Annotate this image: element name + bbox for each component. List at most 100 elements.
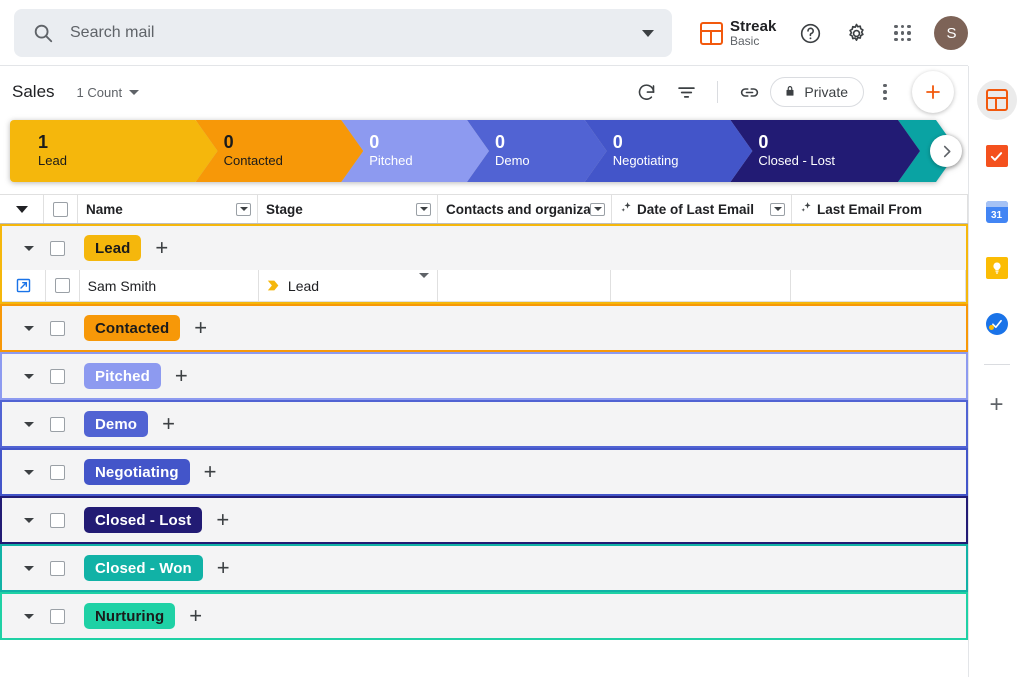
column-menu-button[interactable] (416, 202, 431, 216)
count-selector[interactable]: 1 Count (77, 85, 140, 100)
search-input[interactable] (70, 24, 620, 42)
tasks-orange-icon (985, 145, 1008, 167)
collapse-all-caret[interactable] (0, 195, 44, 223)
row-select-checkbox[interactable] (46, 270, 80, 301)
rail-add-button[interactable]: + (977, 385, 1017, 425)
group-stage-pill[interactable]: Demo (84, 411, 149, 437)
column-menu-button[interactable] (236, 202, 251, 216)
group-add-row-button[interactable]: + (155, 237, 168, 259)
rail-item-tasks-blue[interactable] (977, 304, 1017, 344)
column-menu-button[interactable] (770, 202, 785, 216)
stage-count: 0 (612, 132, 623, 153)
rail-item-tasks-orange[interactable] (977, 136, 1017, 176)
group-stage-pill[interactable]: Closed - Won (84, 555, 203, 581)
group-stage-pill[interactable]: Pitched (84, 363, 161, 389)
checkbox[interactable] (53, 201, 68, 217)
filter-icon[interactable] (667, 73, 705, 111)
column-header-stage[interactable]: Stage (258, 195, 438, 223)
group-collapse-toggle[interactable] (24, 325, 50, 331)
group-stage-pill[interactable]: Lead (84, 235, 142, 261)
group-add-row-button[interactable]: + (216, 509, 229, 531)
privacy-button[interactable]: Private (770, 77, 864, 107)
checkbox[interactable] (50, 416, 65, 432)
rail-item-streak[interactable] (976, 80, 1017, 120)
group-select-checkbox[interactable] (50, 512, 84, 528)
select-all-checkbox[interactable] (44, 195, 78, 223)
chevron-down-icon (24, 517, 34, 523)
checkbox[interactable] (50, 512, 65, 528)
group-select-checkbox[interactable] (50, 464, 84, 480)
group-select-checkbox[interactable] (50, 560, 84, 576)
stage-count: 0 (758, 132, 769, 153)
rail-item-keep[interactable] (977, 248, 1017, 288)
pipeline-stage-negotiating[interactable]: 0 Negotiating (585, 120, 753, 182)
cell-name[interactable]: Sam Smith (80, 270, 259, 301)
group-select-checkbox[interactable] (50, 368, 84, 384)
group-collapse-toggle[interactable] (24, 565, 50, 571)
group-stage-pill[interactable]: Nurturing (84, 603, 176, 629)
stage-dropdown-button[interactable] (419, 272, 430, 294)
checkbox[interactable] (54, 278, 70, 293)
pipeline-stage-lead[interactable]: 1 Lead (10, 120, 218, 182)
row-open-button[interactable] (2, 270, 46, 301)
apps-grid-icon[interactable] (880, 11, 924, 55)
group-select-checkbox[interactable] (50, 608, 84, 624)
chevron-down-icon (773, 207, 782, 211)
group-select-checkbox[interactable] (50, 320, 84, 336)
group-select-checkbox[interactable] (50, 416, 84, 432)
search-options-chevron-down-icon[interactable] (636, 21, 660, 45)
group-stage-pill[interactable]: Negotiating (84, 459, 190, 485)
cell-stage[interactable]: Lead (259, 270, 439, 301)
more-vertical-icon[interactable] (866, 73, 904, 111)
search-bar[interactable] (14, 9, 672, 57)
checkbox[interactable] (50, 240, 65, 256)
group-collapse-toggle[interactable] (24, 613, 50, 619)
group-stage-pill[interactable]: Contacted (84, 315, 181, 341)
streak-brand[interactable]: Streak Basic (690, 19, 786, 47)
table-row[interactable]: Sam Smith Lead (2, 270, 967, 302)
gear-icon[interactable] (834, 11, 878, 55)
table-header-row: Name Stage Contacts and organization Date o… (0, 194, 968, 224)
avatar[interactable]: S (934, 16, 969, 50)
table-body: Lead + Sam Smith Lead Contacted + Pitched + Demo… (0, 224, 968, 640)
stage-label: Contacted (223, 152, 283, 168)
add-box-button[interactable] (912, 71, 954, 113)
checkbox[interactable] (50, 608, 65, 624)
group-add-row-button[interactable]: + (204, 461, 217, 483)
group-collapse-toggle[interactable] (24, 517, 50, 523)
pipeline-stage-contacted[interactable]: 0 Contacted (196, 120, 364, 182)
group-header-contacted: Contacted + (2, 306, 966, 350)
pipeline-stage-closed-lost[interactable]: 0 Closed - Lost (730, 120, 920, 182)
group-add-row-button[interactable]: + (217, 557, 230, 579)
column-header-date-of-last-email[interactable]: Date of Last Email (612, 195, 792, 223)
group-collapse-toggle[interactable] (24, 421, 50, 427)
group-collapse-toggle[interactable] (24, 469, 50, 475)
rail-divider (983, 364, 1010, 365)
column-menu-button[interactable] (590, 202, 605, 216)
checkbox[interactable] (50, 560, 65, 576)
group-add-row-button[interactable]: + (189, 605, 202, 627)
checkbox[interactable] (50, 368, 65, 384)
group-add-row-button[interactable]: + (175, 365, 188, 387)
group-select-checkbox[interactable] (50, 240, 84, 256)
group-add-row-button[interactable]: + (194, 317, 207, 339)
group-add-row-button[interactable]: + (162, 413, 175, 435)
link-icon[interactable] (730, 73, 768, 111)
column-header-last-email-from[interactable]: Last Email From (792, 195, 968, 223)
refresh-icon[interactable] (627, 73, 665, 111)
pipeline-scroll-next-button[interactable] (930, 135, 962, 167)
rail-item-calendar[interactable]: 31 (977, 192, 1017, 232)
checkbox[interactable] (50, 320, 65, 336)
cell-last-email-from[interactable] (791, 270, 967, 301)
group-collapse-toggle[interactable] (24, 245, 50, 251)
pipeline-stage-pitched[interactable]: 0 Pitched (341, 120, 489, 182)
column-header-name[interactable]: Name (78, 195, 258, 223)
column-header-contacts-and-organization[interactable]: Contacts and organization (438, 195, 612, 223)
group-stage-pill[interactable]: Closed - Lost (84, 507, 203, 533)
checkbox[interactable] (50, 464, 65, 480)
help-circle-icon[interactable] (788, 11, 832, 55)
group-collapse-toggle[interactable] (24, 373, 50, 379)
cell-date-of-last-email[interactable] (611, 270, 791, 301)
cell-contacts[interactable] (438, 270, 612, 301)
stage-count: 0 (494, 132, 505, 153)
